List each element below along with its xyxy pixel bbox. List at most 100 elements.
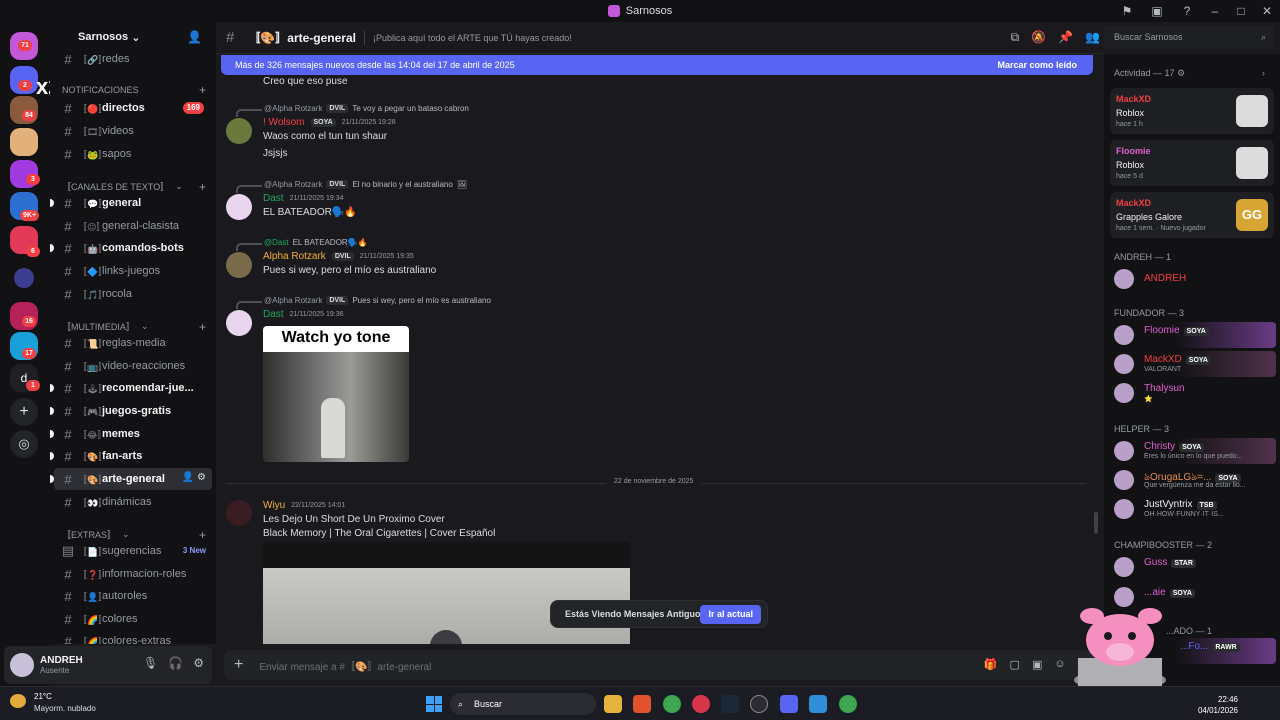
attach-plus-icon[interactable]: + [234, 656, 243, 674]
author-name[interactable]: Alpha Rotzark [263, 251, 326, 262]
channel-comandos-bots[interactable]: # 〚🤖〛 comandos-bots [50, 237, 212, 259]
user-panel[interactable]: ANDREH Ausente 🎙 🎧 ⚙ [4, 646, 212, 684]
author-name[interactable]: Dast [263, 193, 284, 204]
channel-topic[interactable]: ¡Publica aquí todo el ARTE que TÚ hayas … [373, 33, 572, 43]
pin-icon[interactable]: 📌 [1058, 30, 1073, 45]
file-explorer-icon[interactable] [604, 695, 622, 713]
channel-directos[interactable]: # 〚🔴〛 directos 169 [54, 97, 212, 119]
maximize-button[interactable]: □ [1228, 4, 1254, 18]
windows-start-icon[interactable] [426, 696, 442, 712]
reply-preview[interactable]: @Alpha Rotzark DVIL Te voy a pegar un bata… [236, 104, 469, 117]
channel-sugerencias[interactable]: ▤ 〚📄〛 sugerencias 3 New [54, 540, 212, 562]
member-item[interactable]: ANDREH [1110, 266, 1276, 292]
author-name[interactable]: ! Wolsom [263, 117, 305, 128]
channel-recomendar-juegos[interactable]: # 〚🕹〛 recomendar-jue... [50, 377, 212, 399]
steam-icon[interactable] [721, 695, 739, 713]
channel-general-clasista[interactable]: # 〚😐〛 general-clasista [54, 215, 212, 237]
invite-icon[interactable]: 👤 [187, 30, 202, 44]
channel-rocola[interactable]: # 〚🎵〛 rocola [54, 283, 212, 305]
chrome-icon[interactable] [663, 695, 681, 713]
activity-card[interactable]: Floomie Roblox hace 5 d [1110, 140, 1274, 186]
avatar[interactable] [226, 194, 252, 220]
avatar [1114, 470, 1134, 490]
discover-icon[interactable]: ◎ [10, 430, 38, 458]
channel-autoroles[interactable]: # 〚👤〛 autoroles [54, 585, 212, 607]
channel-juegos-gratis[interactable]: # 〚🎮〛 juegos-gratis [50, 400, 212, 422]
chevron-right-icon[interactable]: › [1262, 68, 1265, 78]
app-icon[interactable] [750, 695, 768, 713]
category-notificaciones[interactable]: NOTIFICACIONES + [62, 83, 212, 97]
opera-icon[interactable] [692, 695, 710, 713]
member-item[interactable]: Thalysun ⭐ [1110, 380, 1276, 406]
activity-card[interactable]: MackXD Grapples Galore hace 1 sem. · Nue… [1110, 192, 1274, 238]
folder-icon[interactable] [14, 268, 34, 288]
channel-fan-arts[interactable]: # 〚🎨〛 fan-arts [50, 445, 212, 467]
taskbar-clock[interactable]: 22:46 04/01/2026 [1198, 694, 1238, 716]
discord-taskbar-icon[interactable] [780, 695, 798, 713]
member-item[interactable]: JustVyntrix TSB OH·HOW·FUNNY·IT·IS... [1110, 496, 1276, 522]
channel-videos[interactable]: # 〚🎞〛 videos [54, 120, 212, 142]
new-messages-bar[interactable]: Más de 326 mensajes nuevos desde las 14:… [221, 55, 1093, 75]
server-icon[interactable] [10, 128, 38, 156]
reply-preview[interactable]: @Alpha Rotzark DVIL Pues si wey, pero el m… [236, 296, 491, 309]
brave-icon[interactable] [633, 695, 651, 713]
activity-card[interactable]: MackXD Roblox hace 1 h [1110, 88, 1274, 134]
avatar[interactable] [226, 252, 252, 278]
channel-reglas-media[interactable]: # 〚📜〛 reglas-media [54, 332, 212, 354]
gif-attachment[interactable]: Watch yo tone [263, 326, 409, 462]
close-button[interactable]: ✕ [1254, 4, 1280, 18]
sticker-icon[interactable]: ▣ [1032, 658, 1042, 671]
help-icon[interactable]: ? [1172, 4, 1202, 18]
microphone-icon[interactable]: 🎙 [143, 656, 158, 670]
screen-share-icon[interactable]: ▣ [1142, 4, 1172, 18]
member-list-icon[interactable]: 👥 [1085, 30, 1100, 45]
avatar[interactable] [10, 653, 34, 677]
channel-video-reacciones[interactable]: # 〚📺〛 video-reacciones [54, 355, 212, 377]
chrome-icon-2[interactable] [839, 695, 857, 713]
author-name[interactable]: Dast [263, 309, 284, 320]
member-item[interactable]: Guss STAR [1110, 554, 1276, 580]
channel-settings-icon[interactable]: 👤 ⚙ [182, 472, 206, 483]
minimize-button[interactable]: – [1202, 4, 1228, 18]
channel-arte-general[interactable]: # 〚🎨〛 arte-general 👤 ⚙ [50, 468, 212, 490]
channel-links-juegos[interactable]: # 〚🔷〛 links-juegos [54, 260, 212, 282]
gift-icon[interactable]: 🎁 [984, 658, 998, 671]
member-item[interactable]: ঌOrugaLGঌ=... SOYA Que vergüenza me da est… [1110, 467, 1276, 493]
member-item[interactable]: Floomie SOYA [1110, 322, 1276, 348]
channel-colores-extras[interactable]: # 〚🌈〛 colores-extras [54, 630, 212, 645]
member-item[interactable]: Christy SOYA Eres lo único en lo que puedo… [1110, 438, 1276, 464]
message-input[interactable]: Enviar mensaje a #〚🎨〛arte-general [259, 658, 431, 673]
jump-to-present-button[interactable]: Ir al actual [700, 605, 761, 624]
message-text: EL BATEADOR🗣️🔥 [263, 207, 357, 218]
channel-sapos[interactable]: # 〚🐸〛 sapos [54, 143, 212, 165]
notifications-muted-icon[interactable]: 🔕 [1031, 30, 1046, 45]
channel-memes[interactable]: # 〚😂〛 memes [50, 423, 212, 445]
avatar[interactable] [226, 310, 252, 336]
channel-colores[interactable]: # 〚🌈〛 colores [54, 608, 212, 630]
avatar[interactable] [226, 118, 252, 144]
member-item[interactable]: MackXD SOYA VALORANT [1110, 351, 1276, 377]
add-server-icon[interactable]: + [10, 398, 38, 426]
message-composer[interactable]: + Enviar mensaje a #〚🎨〛arte-general 🎁 ▢ … [224, 650, 1096, 680]
video-embed[interactable] [263, 542, 630, 644]
mark-as-read-button[interactable]: Marcar como leído [997, 60, 1077, 70]
notepad-icon[interactable] [809, 695, 827, 713]
reply-preview[interactable]: @Dast EL BATEADOR🗣️🔥 [236, 238, 368, 251]
channel-general[interactable]: # 〚💬〛 general [50, 192, 212, 214]
add-channel-icon[interactable]: + [199, 83, 206, 97]
gear-icon[interactable]: ⚙ [193, 656, 204, 670]
channel-informacion-roles[interactable]: # 〚❓〛 informacion-roles [54, 563, 212, 585]
threads-icon[interactable]: ⧉ [1011, 30, 1020, 45]
reply-preview[interactable]: @Alpha Rotzark DVIL El no binario y el aus… [236, 180, 467, 193]
scrollbar[interactable] [1094, 512, 1098, 534]
taskbar-search[interactable]: ⌕ Buscar [450, 693, 596, 715]
channel-redes[interactable]: # 〚🔗〛 redes [54, 48, 212, 70]
avatar[interactable] [226, 500, 252, 526]
channel-dinamicas[interactable]: # 〚👀〛 dinámicas [54, 491, 212, 513]
emoji-icon[interactable]: ☺ [1054, 658, 1065, 671]
inbox-flag-icon[interactable]: ⚑ [1112, 4, 1142, 18]
headphones-icon[interactable]: 🎧 [168, 656, 183, 670]
gif-icon[interactable]: ▢ [1010, 658, 1020, 671]
search-input[interactable]: Buscar Sarnosos ⌕ [1104, 26, 1274, 48]
author-name[interactable]: Wiyu [263, 500, 285, 511]
